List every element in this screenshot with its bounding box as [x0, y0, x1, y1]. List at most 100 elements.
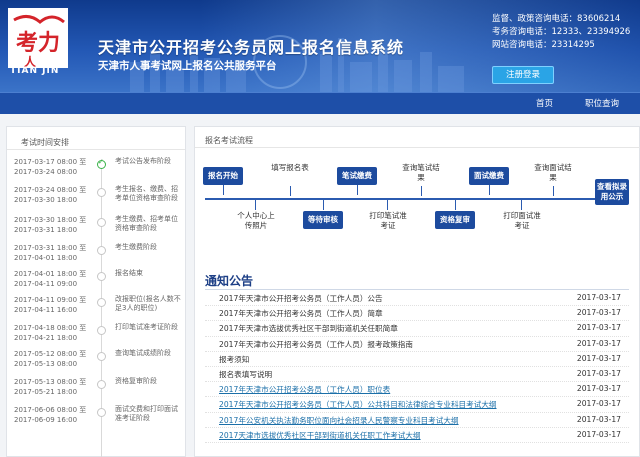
- contact-info: 监督、政策咨询电话：83606214 考务咨询电话：12333、23394926…: [492, 13, 630, 52]
- flow-step-query-interview[interactable]: 查询面试结果: [533, 163, 573, 183]
- notice-link[interactable]: 2017年天津市公开招考公务员（工作人员）公共科目和法律综合专业科目考试大纲: [219, 399, 497, 410]
- circle-icon: [97, 352, 106, 361]
- stage-label: 报名结束: [115, 269, 143, 277]
- contact-row-supervision: 监督、政策咨询电话：83606214: [492, 14, 621, 24]
- notice-link[interactable]: 2017年天津市公开招考公务员（工作人员）简章: [219, 308, 383, 319]
- flow-step-requalify[interactable]: 资格复审: [435, 211, 475, 229]
- notice-link[interactable]: 2017天津市选拔优秀社区干部到街道机关任职工作考试大纲: [219, 430, 421, 441]
- register-login-button[interactable]: 注册登录: [492, 66, 554, 84]
- timeline-item[interactable]: 2017-03-30 18:00 至 2017-03-31 18:00 考生缴费、…: [7, 215, 185, 245]
- exam-schedule-panel: 考试时间安排 2017-03-17 08:00 至 2017-03-24 08:0…: [6, 126, 186, 457]
- circle-icon: [97, 298, 106, 307]
- circle-icon: [97, 272, 106, 281]
- notice-date: 2017-03-17: [576, 338, 621, 348]
- notice-date: 2017-03-17: [576, 293, 621, 302]
- notice-date: 2017-03-17: [576, 353, 621, 363]
- notice-link[interactable]: 报考须知: [219, 354, 249, 365]
- flow-tick: [223, 185, 224, 195]
- stage-label: 考生报名、缴费、招考单位资格审查阶段: [115, 185, 178, 202]
- flow-axis: [205, 198, 603, 200]
- flow-step-query-written[interactable]: 查询笔试结果: [401, 163, 441, 183]
- notice-link[interactable]: 2017年天津市公开招考公务员（工作人员）报考政策指南: [219, 339, 413, 350]
- date-end: 2017-04-21 18:00: [14, 334, 78, 342]
- circle-icon: [97, 246, 106, 255]
- flow-tick: [255, 200, 256, 210]
- date-end: 2017-04-01 18:00: [14, 254, 78, 262]
- notice-date: 2017-03-17: [576, 384, 621, 394]
- flow-step-fill-form[interactable]: 填写报名表: [271, 163, 309, 173]
- flow-tick: [521, 200, 522, 210]
- divider: [205, 289, 629, 290]
- notice-link[interactable]: 2017年天津市公开招考公务员（工作人员）公告: [219, 293, 383, 304]
- notice-row[interactable]: 2017年公安机关执法勤务职位面向社会招录人民警察专业科目考试大纲 2017-03…: [205, 413, 629, 428]
- notice-date: 2017-03-17: [576, 308, 621, 318]
- stage-label: 面试交费和打印面试准考证阶段: [115, 405, 178, 422]
- flow-tick: [323, 200, 324, 210]
- flow-tick: [553, 186, 554, 196]
- notice-row[interactable]: 2017年天津市公开招考公务员（工作人员）简章 2017-03-17: [205, 306, 629, 322]
- notice-date: 2017-03-17: [576, 368, 621, 378]
- timeline-item[interactable]: 2017-06-06 08:00 至 2017-06-09 16:00 面试交费和…: [7, 405, 185, 435]
- notice-row[interactable]: 2017天津市选拔优秀社区干部到街道机关任职工作考试大纲 2017-03-17: [205, 428, 629, 443]
- flow-step-written-fee[interactable]: 笔试缴费: [337, 167, 377, 185]
- timeline-item[interactable]: 2017-03-17 08:00 至 2017-03-24 08:00 考试公告发…: [7, 157, 185, 187]
- date-start: 2017-06-06 08:00 至: [14, 406, 87, 414]
- date-end: 2017-04-11 09:00: [14, 280, 78, 288]
- site-subtitle: 天津市人事考试网上报名公共服务平台: [98, 60, 277, 72]
- notice-row[interactable]: 2017年天津市公开招考公务员（工作人员）报考政策指南 2017-03-17: [205, 337, 629, 352]
- notice-date: 2017-03-17: [576, 414, 621, 424]
- contact-row-exam: 考务咨询电话：12333、23394926: [492, 27, 631, 37]
- flow-tick: [387, 200, 388, 210]
- date-end: 2017-03-30 18:00: [14, 196, 78, 204]
- nav-home[interactable]: 首页: [536, 93, 553, 115]
- circle-icon: [97, 188, 106, 197]
- flow-step-print-written[interactable]: 打印笔试准考证: [367, 211, 409, 231]
- circle-icon: [97, 408, 106, 417]
- contact-row-website: 网站咨询电话：23314295: [492, 40, 595, 50]
- flow-step-interview-fee[interactable]: 面试缴费: [469, 167, 509, 185]
- divider: [7, 149, 185, 150]
- circle-icon: [97, 326, 106, 335]
- notice-link[interactable]: 2017年天津市选拔优秀社区干部到街道机关任职简章: [219, 323, 398, 334]
- flow-tick: [455, 200, 456, 210]
- site-header: 考 力 人 TIAN JIN 天津市公开招考公务员网上报名信息系统 天津市人事考…: [0, 0, 640, 92]
- notice-row[interactable]: 2017年天津市公开招考公务员（工作人员）职位表 2017-03-17: [205, 382, 629, 398]
- date-start: 2017-04-01 18:00 至: [14, 270, 87, 278]
- circle-icon: [97, 380, 106, 389]
- stage-label: 打印笔试准考证阶段: [115, 323, 178, 331]
- notice-row[interactable]: 报名表填写说明 2017-03-17: [205, 367, 629, 383]
- main-nav: 首页 职位查询: [0, 92, 640, 114]
- svg-text:考: 考: [16, 31, 38, 56]
- main-content-panel: 报名考试流程 报名开始 填写报名表 笔试缴费 查询笔试结果 面试缴费 查询面试结…: [194, 126, 640, 457]
- notice-row[interactable]: 2017年天津市公开招考公务员（工作人员）公告 2017-03-17: [205, 291, 629, 307]
- notice-title: 通知公告: [205, 274, 254, 288]
- notice-list: 2017年天津市公开招考公务员（工作人员）公告 2017-03-17 2017年天…: [205, 291, 629, 443]
- flow-step-upload-photo[interactable]: 个人中心上传照片: [235, 211, 277, 231]
- notice-link[interactable]: 2017年公安机关执法勤务职位面向社会招录人民警察专业科目考试大纲: [219, 415, 459, 426]
- date-start: 2017-03-30 18:00 至: [14, 216, 87, 224]
- notice-row[interactable]: 2017年天津市公开招考公务员（工作人员）公共科目和法律综合专业科目考试大纲 20…: [205, 397, 629, 413]
- notice-link[interactable]: 2017年天津市公开招考公务员（工作人员）职位表: [219, 384, 390, 395]
- stage-label: 查询笔试成绩阶段: [115, 349, 171, 357]
- notice-row[interactable]: 2017年天津市选拔优秀社区干部到街道机关任职简章 2017-03-17: [205, 321, 629, 337]
- flow-step-print-interview[interactable]: 打印面试准考证: [501, 211, 543, 231]
- stage-label: 改报职位(报名人数不足3人的职位): [115, 295, 181, 312]
- timeline-item[interactable]: 2017-05-13 08:00 至 2017-05-21 18:00 资格复审阶…: [7, 377, 185, 407]
- notice-row[interactable]: 报考须知 2017-03-17: [205, 352, 629, 367]
- notice-link[interactable]: 报名表填写说明: [219, 369, 272, 380]
- timeline-item[interactable]: 2017-04-11 09:00 至 2017-04-11 16:00 改报职位(…: [7, 295, 185, 325]
- timeline-item[interactable]: 2017-05-12 08:00 至 2017-05-13 08:00 查询笔试成…: [7, 349, 185, 379]
- stage-label: 考生缴费、招考单位资格审查阶段: [115, 215, 178, 232]
- notice-date: 2017-03-17: [576, 429, 621, 439]
- flow-step-wait-review[interactable]: 等待审核: [303, 211, 343, 229]
- flow-tick: [489, 185, 490, 195]
- svg-text:力: 力: [38, 31, 60, 56]
- flow-step-view-hire[interactable]: 查看拟录用公示: [595, 179, 629, 205]
- timeline-item[interactable]: 2017-03-24 08:00 至 2017-03-30 18:00 考生报名、…: [7, 185, 185, 215]
- circle-icon: [97, 218, 106, 227]
- site-title: 天津市公开招考公务员网上报名信息系统: [98, 38, 405, 57]
- notice-date: 2017-03-17: [576, 399, 621, 409]
- check-circle-icon: [97, 158, 106, 169]
- flow-step-start[interactable]: 报名开始: [203, 167, 243, 185]
- nav-position-search[interactable]: 职位查询: [585, 93, 619, 115]
